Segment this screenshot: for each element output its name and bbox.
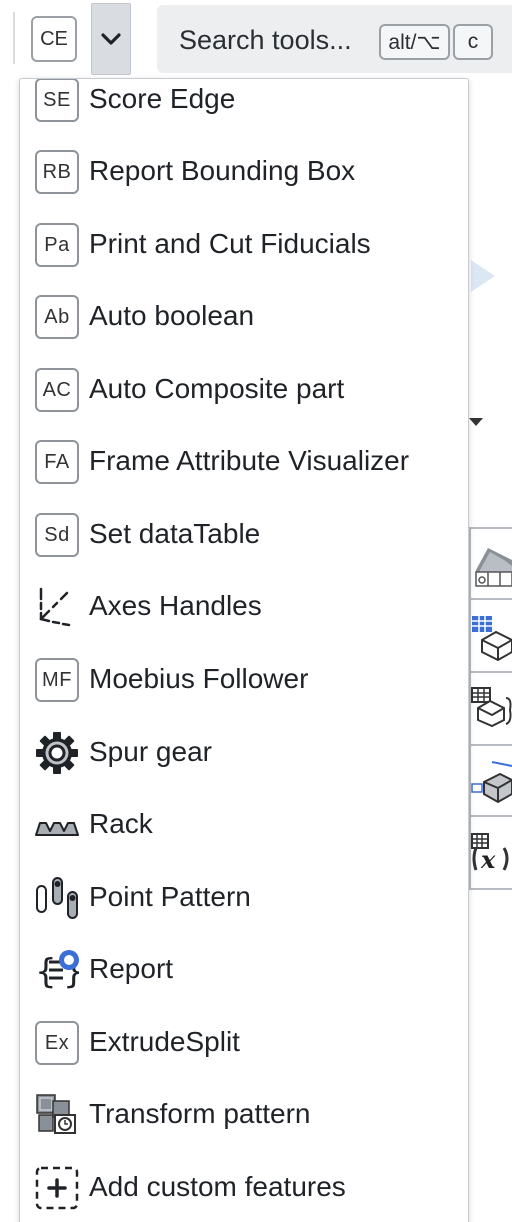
menu-item-label: Score Edge (89, 83, 236, 114)
caret-down-icon[interactable] (469, 418, 483, 426)
gear-icon (36, 732, 78, 774)
menu-item-label: Auto Composite part (89, 373, 345, 404)
axes-handles-icon (39, 587, 71, 627)
toolbar-divider (13, 12, 15, 64)
menu-item-frame-attribute-visualizer[interactable]: FA Frame Attribute Visualizer (20, 426, 468, 498)
menu-item-label: Report Bounding Box (89, 155, 356, 186)
add-custom-feature-icon (35, 1166, 79, 1210)
menu-item-moebius-follower[interactable]: MF Moebius Follower (20, 644, 468, 716)
set-datatable-icon: Sd (35, 513, 79, 557)
shortcut-modifier-key: alt/⌥ (379, 24, 450, 60)
point-pattern-icon (36, 877, 78, 919)
shortcut-letter-key: c (453, 24, 493, 60)
svg-text:x: x (480, 845, 496, 874)
panel-divider (469, 815, 512, 817)
extrudesplit-icon: Ex (35, 1021, 79, 1065)
menu-item-label: Spur gear (89, 736, 212, 767)
chevron-down-icon (101, 33, 121, 45)
drawing-icon[interactable] (470, 756, 512, 806)
current-tool-button[interactable]: CE (31, 16, 77, 62)
transform-pattern-icon (36, 1094, 76, 1134)
menu-item-score-edge[interactable]: SE Score Edge (20, 79, 468, 136)
menu-item-extrudesplit[interactable]: Ex ExtrudeSplit (20, 1007, 468, 1079)
menu-item-set-datatable[interactable]: Sd Set dataTable (20, 499, 468, 571)
tool-dropdown-toggle[interactable] (91, 3, 131, 75)
frame-attribute-visualizer-icon: FA (35, 440, 79, 484)
table-part-icon[interactable] (470, 612, 512, 662)
menu-item-label: Set dataTable (89, 518, 261, 549)
menu-item-label: Frame Attribute Visualizer (89, 445, 410, 476)
menu-item-label: Transform pattern (89, 1098, 311, 1129)
menu-item-label: Rack (89, 808, 153, 839)
auto-composite-part-icon: AC (35, 368, 79, 412)
collapse-arrow-icon[interactable] (471, 260, 495, 292)
menu-item-point-pattern[interactable]: Point Pattern (20, 862, 468, 934)
search-tools-field[interactable]: Search tools... alt/⌥ c (157, 5, 512, 73)
variable-table-icon[interactable]: x (470, 828, 512, 878)
report-icon: { } (35, 950, 79, 992)
configuration-icon[interactable] (470, 684, 512, 734)
menu-item-report[interactable]: { } Report (20, 934, 468, 1006)
print-and-cut-fiducials-icon: Pa (35, 223, 79, 267)
menu-item-spur-gear[interactable]: Spur gear (20, 717, 468, 789)
menu-item-label: ExtrudeSplit (89, 1026, 240, 1057)
panel-divider (469, 888, 512, 890)
menu-item-axes-handles[interactable]: Axes Handles (20, 571, 468, 643)
report-bounding-box-icon: RB (35, 150, 79, 194)
auto-boolean-icon: Ab (35, 295, 79, 339)
panel-divider (469, 527, 512, 529)
custom-features-dropdown: SE Score Edge RB Report Bounding Box Pa … (19, 78, 469, 1222)
panel-divider (469, 598, 512, 600)
moebius-follower-icon: MF (35, 658, 79, 702)
menu-item-label: Moebius Follower (89, 663, 309, 694)
menu-item-print-and-cut-fiducials[interactable]: Pa Print and Cut Fiducials (20, 209, 468, 281)
menu-item-report-bounding-box[interactable]: RB Report Bounding Box (20, 136, 468, 208)
svg-text:{: { (35, 952, 57, 992)
panel-divider (469, 671, 512, 673)
menu-item-rack[interactable]: Rack (20, 789, 468, 861)
appearance-icon[interactable] (470, 540, 512, 590)
search-tools-placeholder: Search tools... (179, 25, 352, 55)
menu-item-add-custom-features[interactable]: Add custom features (20, 1152, 468, 1222)
menu-item-label: Report (89, 953, 174, 984)
menu-item-transform-pattern[interactable]: Transform pattern (20, 1079, 468, 1151)
rack-icon (35, 822, 79, 836)
menu-item-label: Print and Cut Fiducials (89, 228, 371, 259)
menu-item-auto-composite-part[interactable]: AC Auto Composite part (20, 354, 468, 426)
menu-item-label: Axes Handles (89, 590, 262, 621)
menu-item-label: Point Pattern (89, 881, 251, 912)
menu-item-label: Auto boolean (89, 300, 255, 331)
menu-item-label: Add custom features (89, 1171, 346, 1202)
panel-divider (469, 744, 512, 746)
score-edge-icon: SE (35, 79, 79, 122)
menu-item-auto-boolean[interactable]: Ab Auto boolean (20, 281, 468, 353)
